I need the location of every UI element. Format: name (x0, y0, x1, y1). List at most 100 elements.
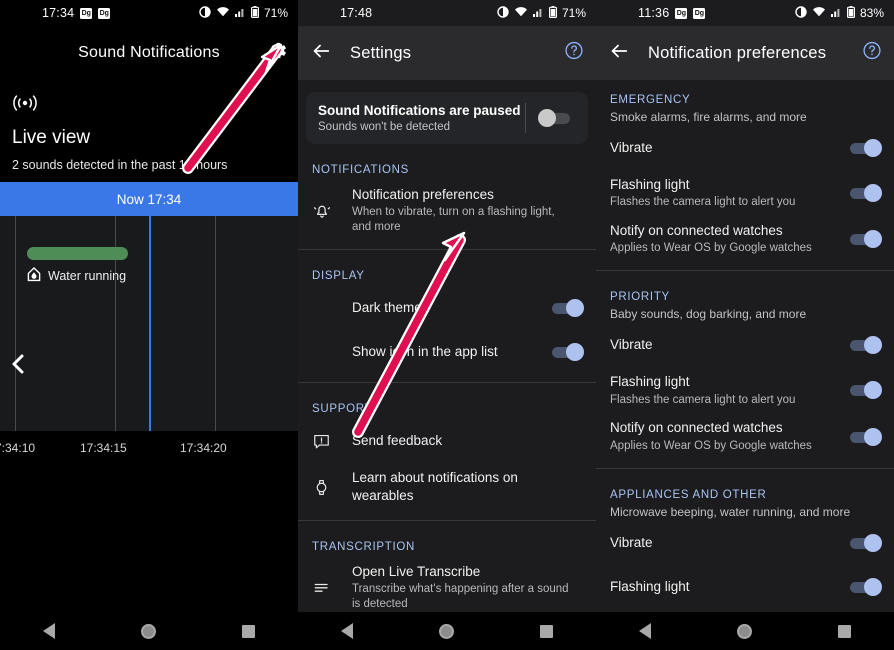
row-text: Vibrate (610, 336, 848, 354)
row-show-icon-app-list[interactable]: Show icon in the app list (298, 330, 596, 374)
toggle-thumb (864, 534, 882, 552)
watch-icon (312, 478, 352, 497)
emergency-vibrate-toggle[interactable] (848, 139, 882, 157)
sound-wave-icon (12, 94, 286, 117)
app-bar-left: Sound Notifications (0, 26, 298, 80)
page-title: Settings (350, 44, 411, 63)
appliances-flashing-light-toggle[interactable] (848, 578, 882, 596)
sound-timeline[interactable]: Water running (0, 216, 298, 431)
battery-percent: 83% (860, 6, 884, 20)
panel-notification-preferences: 11:36 Dg Dg 83% Notification preferences (596, 0, 894, 650)
toggle-thumb (864, 230, 882, 248)
status-bar-left-group: 17:34 Dg Dg (42, 6, 110, 20)
timeline-now-marker (149, 216, 151, 431)
row-text: Flashing light Flashes the camera light … (610, 373, 848, 407)
toggle-thumb (864, 578, 882, 596)
help-circle-icon[interactable] (862, 41, 882, 66)
timeline-gridline (215, 216, 216, 431)
paused-status-card[interactable]: Sound Notifications are paused Sounds wo… (306, 92, 588, 144)
section-header-notifications: NOTIFICATIONS (298, 144, 596, 180)
panel-settings: 17:48 71% Settings (298, 0, 596, 650)
paused-status-title: Sound Notifications are paused (318, 103, 521, 118)
row-priority-flashing-light[interactable]: Flashing light Flashes the camera light … (596, 367, 894, 413)
nav-back-icon[interactable] (341, 623, 353, 639)
row-title: Dark theme (352, 300, 422, 315)
row-subtitle: Applies to Wear OS by Google watches (610, 439, 840, 454)
row-text: Learn about notifications on wearables (352, 469, 584, 505)
toggle-thumb (864, 336, 882, 354)
row-emergency-vibrate[interactable]: Vibrate (596, 126, 894, 170)
preferences-scroll[interactable]: EMERGENCY Smoke alarms, fire alarms, and… (596, 80, 894, 650)
row-subtitle: Flashes the camera light to alert you (610, 393, 840, 408)
status-bar-left: 17:34 Dg Dg 71% (0, 0, 298, 26)
paused-status-subtitle: Sounds won't be detected (318, 121, 521, 133)
row-text: Show icon in the app list (352, 343, 550, 361)
battery-icon (251, 6, 259, 21)
axis-tick-label: 7:34:10 (0, 441, 35, 455)
emergency-flashing-light-toggle[interactable] (848, 184, 882, 202)
row-title: Flashing light (610, 374, 690, 389)
back-arrow-icon[interactable] (310, 40, 336, 66)
nav-recents-icon[interactable] (242, 625, 255, 638)
battery-percent: 71% (264, 6, 288, 20)
row-open-live-transcribe[interactable]: Open Live Transcribe Transcribe what's h… (298, 557, 596, 618)
chevron-left-icon[interactable] (10, 352, 26, 381)
timeline-gridline (15, 216, 16, 431)
priority-watches-toggle[interactable] (848, 428, 882, 446)
nav-home-icon[interactable] (439, 624, 454, 639)
paused-status-text: Sound Notifications are paused Sounds wo… (318, 103, 521, 133)
gear-icon[interactable] (269, 41, 288, 65)
signal-icon (533, 6, 544, 20)
wifi-icon (514, 6, 528, 20)
row-appliances-vibrate[interactable]: Vibrate (596, 521, 894, 565)
live-view-section: Live view 2 sounds detected in the past … (0, 80, 298, 182)
axis-tick-label: 17:34:20 (180, 441, 227, 455)
dark-theme-toggle[interactable] (550, 299, 584, 317)
row-appliances-flashing-light[interactable]: Flashing light (596, 565, 894, 609)
sound-notifications-icon: Dg (693, 8, 705, 19)
emergency-watches-toggle[interactable] (848, 230, 882, 248)
row-priority-watches[interactable]: Notify on connected watches Applies to W… (596, 413, 894, 459)
row-send-feedback[interactable]: Send feedback (298, 419, 596, 463)
nav-recents-icon[interactable] (540, 625, 553, 638)
nav-back-icon[interactable] (639, 623, 651, 639)
section-subtitle-emergency: Smoke alarms, fire alarms, and more (596, 110, 894, 126)
nav-recents-icon[interactable] (838, 625, 851, 638)
back-arrow-icon[interactable] (608, 40, 634, 66)
row-text: Open Live Transcribe Transcribe what's h… (352, 563, 584, 612)
row-emergency-watches[interactable]: Notify on connected watches Applies to W… (596, 216, 894, 262)
row-dark-theme[interactable]: Dark theme (298, 286, 596, 330)
battery-percent: 71% (562, 6, 586, 20)
nav-home-icon[interactable] (737, 624, 752, 639)
row-text: Notify on connected watches Applies to W… (610, 419, 848, 453)
battery-icon (847, 6, 855, 21)
priority-vibrate-toggle[interactable] (848, 336, 882, 354)
appliances-vibrate-toggle[interactable] (848, 534, 882, 552)
priority-flashing-light-toggle[interactable] (848, 381, 882, 399)
row-notification-preferences[interactable]: Notification preferences When to vibrate… (298, 180, 596, 241)
show-icon-toggle[interactable] (550, 343, 584, 361)
timeline-event-bar[interactable] (27, 247, 128, 260)
wifi-icon (812, 6, 826, 20)
section-header-priority: PRIORITY (596, 271, 894, 307)
nav-home-icon[interactable] (141, 624, 156, 639)
row-priority-vibrate[interactable]: Vibrate (596, 323, 894, 367)
status-clock: 17:48 (340, 6, 372, 20)
row-subtitle: Applies to Wear OS by Google watches (610, 241, 840, 256)
toggle-thumb (864, 184, 882, 202)
nav-back-icon[interactable] (43, 623, 55, 639)
toggle-thumb (864, 139, 882, 157)
row-learn-wearables[interactable]: Learn about notifications on wearables (298, 463, 596, 511)
status-bar-right-group: 83% (795, 0, 884, 26)
row-text: Send feedback (352, 432, 584, 450)
toggle-thumb (864, 381, 882, 399)
sound-notifications-toggle[interactable] (538, 109, 572, 127)
now-bar[interactable]: Now 17:34 (0, 182, 298, 216)
row-text: Dark theme (352, 299, 550, 317)
feedback-icon (312, 432, 352, 451)
system-nav-bar-right (596, 612, 894, 650)
row-emergency-flashing-light[interactable]: Flashing light Flashes the camera light … (596, 170, 894, 216)
help-circle-icon[interactable] (564, 41, 584, 66)
row-text: Flashing light (610, 578, 848, 596)
settings-scroll-mid[interactable]: Sound Notifications are paused Sounds wo… (298, 80, 596, 650)
